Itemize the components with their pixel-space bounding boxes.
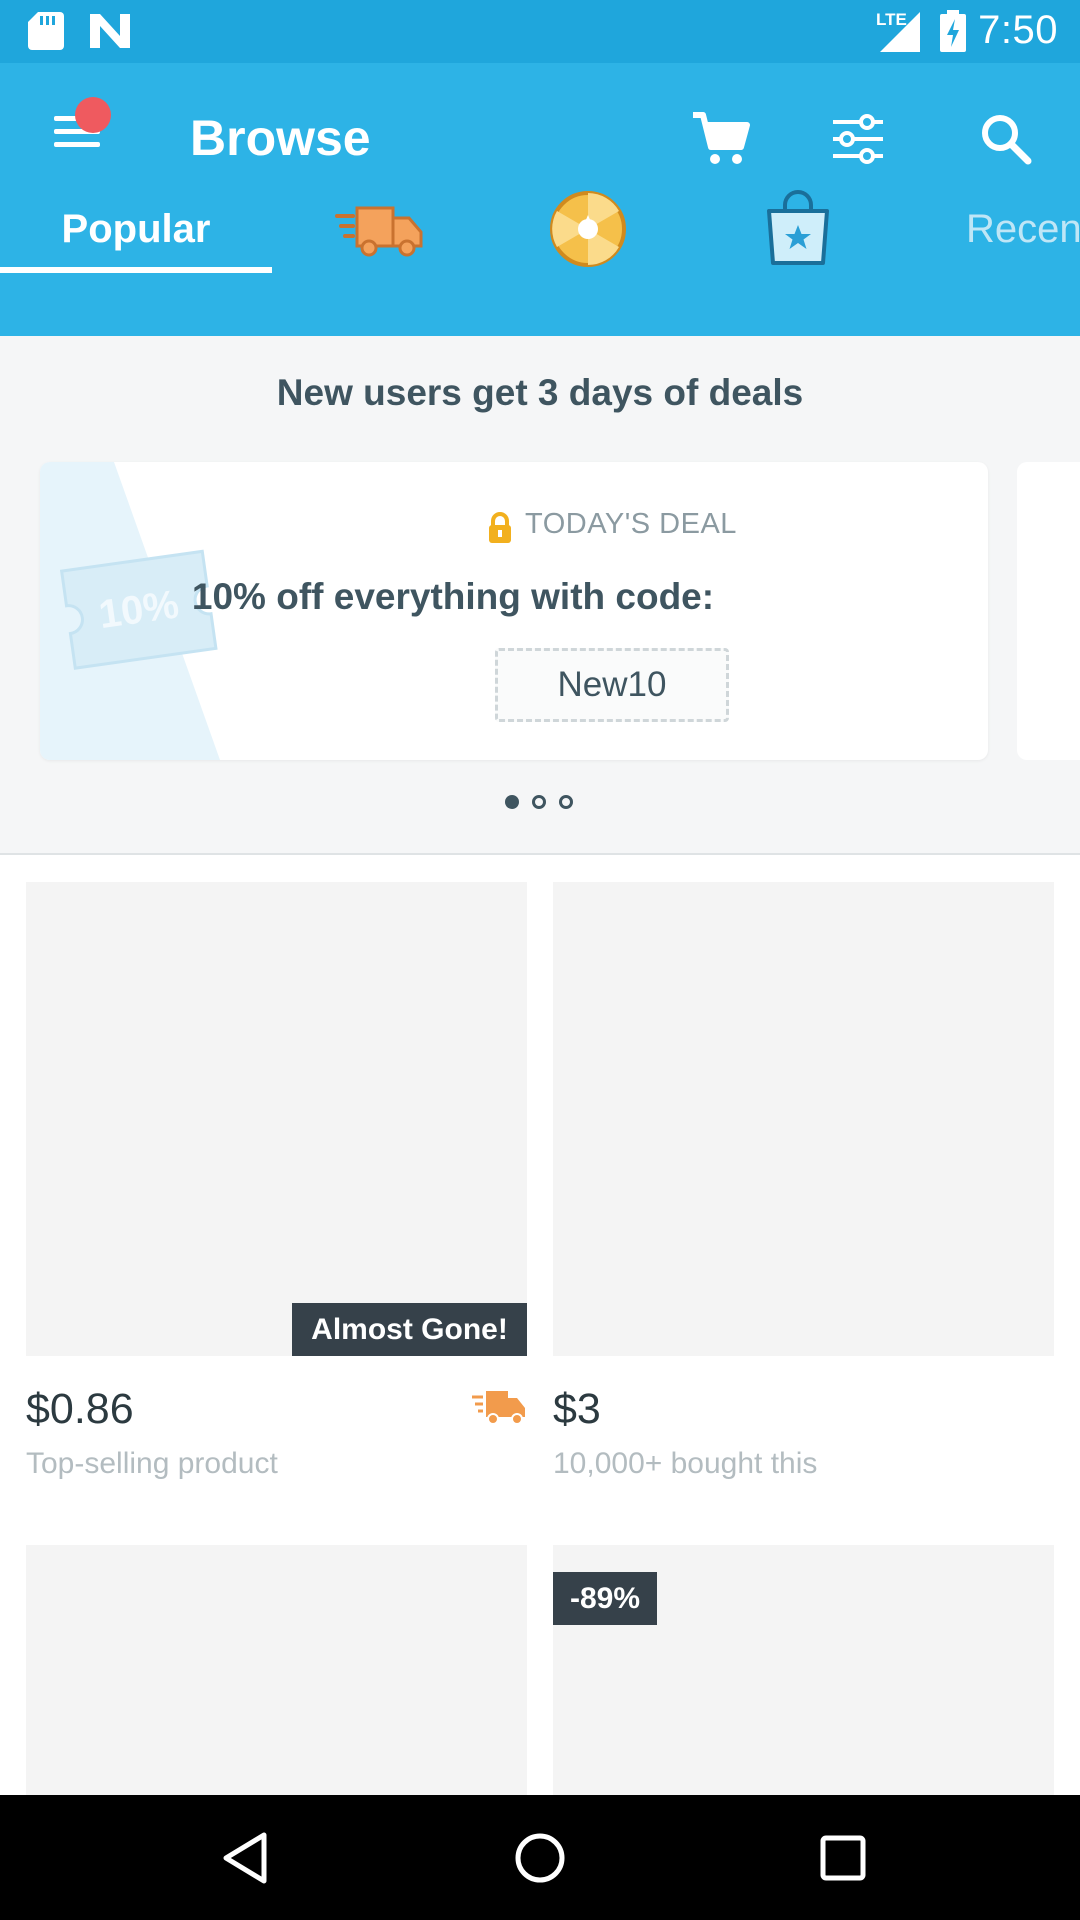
product-price: $0.86 xyxy=(26,1385,134,1433)
product-image xyxy=(26,882,527,1356)
cart-icon xyxy=(693,112,750,164)
navigation-bar xyxy=(0,1795,1080,1920)
lock-icon xyxy=(489,512,511,543)
page-dot xyxy=(532,795,546,809)
clock: 7:50 xyxy=(978,8,1058,52)
sd-card-icon xyxy=(28,12,64,50)
product-grid: Almost Gone! $0.86 Top-selling product $… xyxy=(0,855,1080,1795)
product-price: $3 xyxy=(553,1385,601,1433)
signal-icon xyxy=(880,12,920,52)
product-subtitle: 10,000+ bought this xyxy=(553,1447,818,1480)
filter-button[interactable] xyxy=(820,101,896,177)
back-button[interactable] xyxy=(200,1815,290,1901)
deal-text: 10% off everything with code: xyxy=(191,576,715,617)
cart-button[interactable] xyxy=(683,101,759,177)
page-dot xyxy=(559,795,573,809)
express-shipping-icon xyxy=(472,1391,525,1425)
almost-gone-badge: Almost Gone! xyxy=(292,1303,527,1356)
search-icon xyxy=(982,115,1032,165)
tab-star-bag[interactable] xyxy=(730,185,865,273)
back-icon xyxy=(223,1832,267,1884)
express-truck-icon xyxy=(335,206,423,257)
tab-daily-wheel[interactable] xyxy=(520,185,655,273)
deal-card-next[interactable] xyxy=(1017,462,1080,760)
recents-button[interactable] xyxy=(798,1815,888,1901)
filter-icon xyxy=(833,114,883,164)
product-subtitle: Top-selling product xyxy=(26,1447,278,1480)
recents-icon xyxy=(820,1835,866,1881)
discount-badge: -89% xyxy=(553,1572,657,1625)
page-title: Browse xyxy=(190,110,371,166)
promo-code[interactable]: New10 xyxy=(495,648,729,722)
battery-charging-icon xyxy=(940,10,966,52)
daily-wheel-icon xyxy=(549,191,626,267)
product-card[interactable]: Almost Gone! $0.86 Top-selling product xyxy=(26,882,527,1522)
search-button[interactable] xyxy=(968,101,1044,177)
app-notification-icon xyxy=(90,14,130,48)
deal-card[interactable]: 10% TODAY'S DEAL 10% off everything with… xyxy=(40,462,988,760)
page-dot-active xyxy=(505,795,519,809)
home-button[interactable] xyxy=(495,1815,585,1901)
promo-title: New users get 3 days of deals xyxy=(276,372,804,413)
product-card[interactable]: -89% xyxy=(553,1545,1054,1795)
menu-button[interactable] xyxy=(40,91,112,163)
home-icon xyxy=(515,1833,565,1883)
status-bar: LTE 7:50 xyxy=(0,0,1080,63)
product-image xyxy=(553,882,1054,1356)
tab-popular[interactable]: Popular xyxy=(0,185,272,273)
product-card[interactable]: $3 10,000+ bought this xyxy=(553,882,1054,1522)
tab-express[interactable] xyxy=(300,185,460,273)
app-bar: Browse Popular Recen xyxy=(0,63,1080,336)
tab-indicator xyxy=(0,267,272,273)
tab-label: Popular xyxy=(61,206,211,251)
product-image xyxy=(26,1545,527,1795)
star-bag-icon xyxy=(766,190,829,265)
product-card[interactable] xyxy=(26,1545,527,1795)
tab-recent[interactable]: Recen xyxy=(960,185,1080,273)
notification-dot xyxy=(75,97,111,133)
deal-label: TODAY'S DEAL xyxy=(525,508,737,540)
tab-label: Recen xyxy=(966,206,1080,251)
